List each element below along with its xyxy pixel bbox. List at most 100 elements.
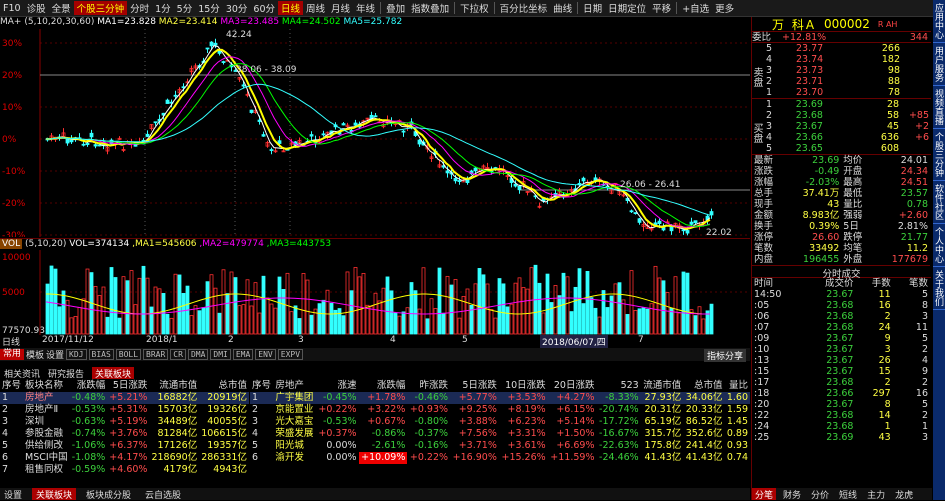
toolbar-item[interactable]: 15分 bbox=[195, 1, 223, 15]
bottom-tab[interactable]: 关联板块 bbox=[32, 488, 77, 501]
settings-button[interactable]: 设置 bbox=[46, 348, 64, 361]
toolbar-item[interactable]: 周线 bbox=[303, 1, 328, 15]
quote-tab[interactable]: 分价 bbox=[808, 488, 832, 501]
column-header[interactable]: 涨跌幅 bbox=[70, 380, 108, 392]
toolbar-item[interactable]: 日线 bbox=[278, 1, 304, 15]
column-header[interactable]: 5日涨跌 bbox=[450, 380, 499, 392]
column-header[interactable]: 序号 bbox=[0, 380, 23, 392]
toolbar-item[interactable]: 分时 bbox=[127, 1, 152, 15]
table-row[interactable]: 6 MSCI中国 -1.08% +4.17% 218690亿 286331亿 bbox=[0, 452, 249, 464]
template-button[interactable]: 模板 bbox=[26, 348, 44, 361]
toolbar-item[interactable]: 30分 bbox=[223, 1, 251, 15]
toolbar-item[interactable]: 诊股 bbox=[24, 1, 49, 15]
table-row[interactable]: 4 荣盛发展 +0.37% -0.86% -0.37% +7.56% +3.31% +1.50… bbox=[250, 428, 750, 440]
table-row[interactable]: 2 京能置业 +0.22% +3.22% +0.93% +9.25% +8.19% +6.15… bbox=[250, 404, 750, 416]
indicator-bias[interactable]: BIAS bbox=[88, 349, 114, 360]
side-tab[interactable]: 关于我们 bbox=[933, 267, 945, 310]
ask-row[interactable]: 3 23.73 98 bbox=[764, 65, 902, 76]
table-row[interactable]: 3 光大嘉宝 -0.53% +0.67% -0.80% +3.88% +6.23% +5.14… bbox=[250, 416, 750, 428]
toolbar-item[interactable]: 个股三分钟 bbox=[73, 1, 128, 15]
volume-chart[interactable]: 10000 5000 77570.93 bbox=[0, 250, 750, 335]
common-button[interactable]: 常用 bbox=[0, 349, 25, 360]
bid-row[interactable]: 4 23.66 636 +6 bbox=[764, 132, 931, 143]
tab-related-sectors[interactable]: 关联板块 bbox=[92, 367, 135, 380]
column-header[interactable]: 量比 bbox=[724, 380, 750, 392]
table-row[interactable]: 5 阳光城 0.00% -2.61% -0.16% +3.71% +3.61% +6.69% -… bbox=[250, 440, 750, 452]
toolbar-item[interactable]: 日期 bbox=[580, 1, 605, 15]
toolbar-item[interactable]: 平移 bbox=[649, 1, 674, 15]
indicator-boll[interactable]: BOLL bbox=[115, 349, 142, 360]
ask-row[interactable]: 1 23.70 78 bbox=[764, 87, 902, 98]
indicator-share-button[interactable]: 指标分享 bbox=[703, 349, 746, 362]
toolbar-item[interactable]: 指数叠加 bbox=[408, 1, 452, 15]
toolbar-item[interactable]: 1分 bbox=[152, 1, 174, 15]
column-header[interactable]: 昨涨跌 bbox=[407, 380, 450, 392]
toolbar-item[interactable]: +自选 bbox=[679, 1, 712, 15]
ask-row[interactable]: 4 23.74 182 bbox=[764, 54, 902, 65]
column-header[interactable]: 523 bbox=[596, 380, 640, 392]
bottom-tab[interactable]: 设置 bbox=[0, 488, 26, 501]
indicator-env[interactable]: ENV bbox=[255, 349, 276, 360]
indicator-cr[interactable]: CR bbox=[170, 349, 186, 360]
indicator-brar[interactable]: BRAR bbox=[143, 349, 169, 360]
indicator-dma[interactable]: DMA bbox=[187, 349, 209, 360]
column-header[interactable]: 房地产 bbox=[273, 380, 316, 392]
toolbar-item[interactable]: 曲线 bbox=[550, 1, 575, 15]
table-row[interactable]: 1 房地产 -0.48% +5.21% 16882亿 20919亿 bbox=[0, 392, 249, 404]
table-row[interactable]: 1 广宇集团 -0.45% +1.78% -0.46% +5.77% +3.53% +4.27… bbox=[250, 392, 750, 404]
quote-tab[interactable]: 短线 bbox=[836, 488, 860, 501]
bid-row[interactable]: 1 23.69 28 bbox=[764, 99, 931, 110]
toolbar-item[interactable]: 百分比坐标 bbox=[497, 1, 551, 15]
ma-label[interactable]: MA+ bbox=[0, 17, 21, 27]
column-header[interactable]: 20日涨跌 bbox=[548, 380, 597, 392]
side-tab[interactable]: 个股三分钟 bbox=[933, 129, 945, 181]
side-tab[interactable]: 用户服务 bbox=[933, 43, 945, 86]
toolbar-item[interactable]: 月线 bbox=[328, 1, 353, 15]
column-header[interactable]: 总市值 bbox=[199, 380, 249, 392]
indicator-expv[interactable]: EXPV bbox=[277, 349, 304, 360]
column-header[interactable]: 序号 bbox=[250, 380, 273, 392]
toolbar-item[interactable]: 全景 bbox=[49, 1, 74, 15]
indicator-ema[interactable]: EMA bbox=[232, 349, 254, 360]
tab-news[interactable]: 相关资讯 bbox=[4, 367, 40, 380]
table-row[interactable]: 4 参股金融 -0.74% +3.76% 81284亿 106615亿 bbox=[0, 428, 249, 440]
column-header[interactable]: 涨跌幅 bbox=[359, 380, 408, 392]
bottom-tab[interactable]: 云自选股 bbox=[141, 488, 185, 501]
column-header[interactable]: 10日涨跌 bbox=[499, 380, 548, 392]
toolbar-item[interactable]: 5分 bbox=[174, 1, 196, 15]
indicator-kdj[interactable]: KDJ bbox=[66, 349, 87, 360]
column-header[interactable]: 板块名称 bbox=[23, 380, 70, 392]
kline-chart[interactable]: 30% 20% 10% 0% -10% -20% -30% 42.24 38.06 - 38.0… bbox=[0, 29, 750, 237]
quote-tab[interactable]: 龙虎 bbox=[892, 488, 916, 501]
toolbar-item[interactable]: 60分 bbox=[250, 1, 278, 15]
quote-tab[interactable]: 分笔 bbox=[752, 488, 777, 501]
toolbar-item[interactable]: F10 bbox=[0, 3, 24, 14]
toolbar-item[interactable]: 叠加 bbox=[383, 1, 408, 15]
ask-row[interactable]: 5 23.77 266 bbox=[764, 43, 902, 54]
column-header[interactable]: 涨速 bbox=[316, 380, 359, 392]
side-tab[interactable]: 应用中心 bbox=[933, 0, 945, 43]
toolbar-item[interactable]: 更多 bbox=[712, 1, 737, 15]
toolbar-item[interactable]: 下拉权 bbox=[457, 1, 492, 15]
bottom-tab[interactable]: 板块成分股 bbox=[82, 488, 135, 501]
bid-row[interactable]: 3 23.67 45 +2 bbox=[764, 121, 931, 132]
column-header[interactable]: 流通市值 bbox=[149, 380, 199, 392]
bid-row[interactable]: 5 23.65 608 bbox=[764, 143, 931, 154]
table-row[interactable]: 3 深圳 -0.63% +5.19% 34489亿 40055亿 bbox=[0, 416, 249, 428]
table-row[interactable]: 6 渝开发 0.00% +10.09% +0.22% +16.90% +15.26% +11.… bbox=[250, 452, 750, 464]
vol-label[interactable]: VOL bbox=[0, 239, 23, 249]
table-row[interactable]: 7 租售同权 -0.59% +4.60% 4179亿 4943亿 bbox=[0, 464, 249, 476]
indicator-dmi[interactable]: DMI bbox=[210, 349, 231, 360]
column-header[interactable]: 流通市值 bbox=[641, 380, 684, 392]
bid-row[interactable]: 2 23.68 58 +85 bbox=[764, 110, 931, 121]
toolbar-item[interactable]: 年线 bbox=[353, 1, 378, 15]
table-row[interactable]: 5 供给侧改 -1.06% +6.37% 17126亿 19357亿 bbox=[0, 440, 249, 452]
table-row[interactable]: 2 房地产Ⅱ -0.53% +5.31% 15703亿 19326亿 bbox=[0, 404, 249, 416]
column-header[interactable]: 总市值 bbox=[683, 380, 724, 392]
toolbar-item[interactable]: 日期定位 bbox=[605, 1, 649, 15]
column-header[interactable]: 5日涨跌 bbox=[107, 380, 149, 392]
tab-research[interactable]: 研究报告 bbox=[48, 367, 84, 380]
quote-tab[interactable]: 主力 bbox=[864, 488, 888, 501]
side-tab[interactable]: 视频直播 bbox=[933, 86, 945, 129]
side-tab[interactable]: 软件社区 bbox=[933, 181, 945, 224]
